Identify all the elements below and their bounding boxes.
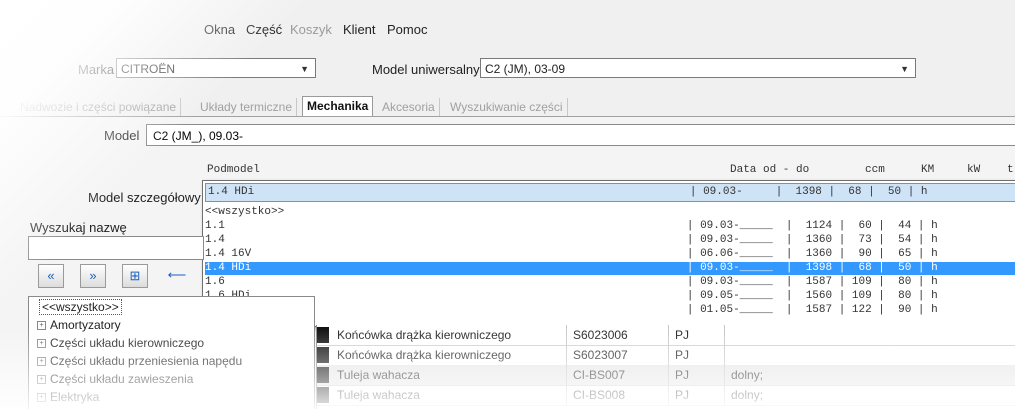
marka-label: Marka [78, 62, 115, 77]
back-button[interactable]: ⟵ [164, 264, 190, 288]
part-unit: PJ [669, 365, 725, 385]
table-row[interactable]: Tuleja wahacza CI-BS007 PJ dolny; [317, 365, 1015, 386]
table-row[interactable]: Końcówka drążka kierowniczego S6023006 P… [317, 325, 1015, 346]
model-uniwersalny-value: C2 (JM), 03-09 [485, 62, 566, 76]
expand-icon[interactable]: + [37, 393, 46, 403]
header-extra: t [1007, 164, 1014, 176]
submodel-option[interactable]: 1.6 | 09.03-_____ | 1587 | 109 | 80 | h [205, 276, 1015, 289]
expand-icon[interactable]: + [37, 357, 46, 367]
tree-item-label: Części układu przeniesienia napędu [50, 354, 243, 368]
table-row[interactable]: Końcówka drążka kierowniczego S6023007 P… [317, 345, 1015, 366]
expand-icon[interactable]: + [37, 339, 46, 349]
row-marker [317, 347, 329, 363]
double-left-icon: « [47, 268, 55, 283]
tree-item-naped[interactable]: + Części układu przeniesienia napędu [37, 353, 242, 369]
tab-nadwozie[interactable]: Nadwozie i części powiązane [16, 98, 182, 116]
model-label: Model [104, 128, 140, 143]
expand-icon[interactable]: + [37, 321, 46, 331]
row-marker [317, 387, 329, 403]
part-note: dolny; [731, 388, 764, 402]
part-code: S6023006 [567, 325, 669, 345]
submodel-option[interactable]: 1.6 VTS | 01.05-_____ | 1587 | 122 | 90 … [205, 304, 1015, 317]
submodel-option[interactable]: 1.6 HDi | 09.05-_____ | 1560 | 109 | 80 … [205, 290, 1015, 303]
part-name: Tuleja wahacza [331, 365, 567, 385]
part-unit: PJ [669, 345, 725, 365]
model-value: C2 (JM_), 09.03- [153, 129, 244, 143]
part-note [725, 325, 1015, 345]
part-note: dolny; [731, 368, 764, 382]
part-unit: PJ [669, 325, 725, 345]
row-marker [317, 367, 329, 383]
part-name: Końcówka drążka kierowniczego [331, 345, 567, 365]
menu-czesc[interactable]: Część [246, 22, 282, 37]
marka-select[interactable]: CITROËN ▼ [116, 58, 316, 78]
tree-item-label: Amortyzatory [50, 318, 121, 332]
submodel-option[interactable]: <<wszystko>> [205, 206, 1015, 219]
tab-mechanika[interactable]: Mechanika [302, 96, 374, 117]
menu-pomoc[interactable]: Pomoc [387, 22, 427, 37]
tree-item-label: <<wszystko>> [39, 299, 122, 315]
header-kw: kW [967, 164, 981, 176]
model-field[interactable]: C2 (JM_), 09.03- [146, 124, 1015, 146]
part-name: Końcówka drążka kierowniczego [331, 325, 567, 345]
tree-item-all[interactable]: <<wszystko>> [39, 299, 122, 315]
row-marker [317, 327, 329, 343]
category-tree: <<wszystko>> + Amortyzatory + Części układ… [28, 296, 315, 409]
part-code: CI-BS007 [567, 365, 669, 385]
submodel-selected-text: 1.4 HDi | 09.03- | 1398 | 68 | 50 | h [208, 186, 928, 198]
submodel-option[interactable]: 1.1 | 09.03-_____ | 1124 | 60 | 44 | h [205, 220, 1015, 233]
tree-item-elektryka[interactable]: + Elektryka [37, 389, 99, 405]
tree-item-label: Części układu kierowniczego [50, 336, 205, 350]
parts-grid: Końcówka drążka kierowniczego S6023006 P… [316, 325, 1015, 409]
menu-koszyk: Koszyk [290, 22, 332, 37]
model-szczegolowy-label: Model szczegółowy [88, 190, 201, 205]
tab-uklady-termiczne[interactable]: Układy termiczne [196, 98, 298, 116]
collapse-all-button[interactable]: « [38, 264, 64, 288]
table-row[interactable]: Tuleja wahacza CI-BS008 PJ dolny; [317, 385, 1015, 406]
tree-item-kierownicze[interactable]: + Części układu kierowniczego [37, 335, 204, 351]
submodel-dropdown[interactable]: 1.4 HDi | 09.03- | 1398 | 68 | 50 | h <<… [202, 180, 1015, 327]
export-button[interactable]: ⊞ [122, 264, 148, 288]
tab-wyszukiwanie[interactable]: Wyszukiwanie części [446, 98, 568, 116]
chevron-down-icon: ▼ [300, 64, 309, 74]
expand-all-button[interactable]: » [80, 264, 106, 288]
double-right-icon: » [89, 268, 97, 283]
header-ccm: ccm [865, 164, 885, 176]
part-code: S6023007 [567, 345, 669, 365]
menu-klient[interactable]: Klient [343, 22, 376, 37]
header-podmodel: Podmodel [207, 164, 260, 176]
part-code: CI-BS008 [567, 385, 669, 405]
search-label: Wyszukaj nazwę [30, 220, 127, 235]
tree-item-zawieszenie[interactable]: + Części układu zawieszenia [37, 371, 193, 387]
expand-icon[interactable]: + [37, 375, 46, 385]
filter-row: Marka CITROËN ▼ Model uniwersalny C2 (JM… [0, 58, 1015, 82]
submodel-selected[interactable]: 1.4 HDi | 09.03- | 1398 | 68 | 50 | h [205, 183, 1015, 202]
model-uniwersalny-select[interactable]: C2 (JM), 03-09 ▼ [480, 58, 916, 78]
submodel-option-highlighted[interactable]: 1.4 HDi | 09.03-_____ | 1398 | 68 | 50 |… [205, 262, 1015, 275]
part-note [725, 345, 1015, 365]
header-data: Data od - do [730, 164, 810, 176]
submodel-option[interactable]: 1.4 16V | 06.06-_____ | 1360 | 90 | 65 |… [205, 248, 1015, 261]
search-input[interactable] [28, 236, 204, 260]
header-km: KM [921, 164, 935, 176]
marka-value: CITROËN [121, 62, 175, 76]
tree-item-amortyzatory[interactable]: + Amortyzatory [37, 317, 121, 333]
tree-item-label: Części układu zawieszenia [50, 372, 194, 386]
part-unit: PJ [669, 385, 725, 405]
export-icon: ⊞ [129, 268, 141, 283]
chevron-down-icon: ▼ [900, 64, 909, 74]
arrow-left-icon: ⟵ [167, 267, 187, 282]
application-window: Okna Część Koszyk Klient Pomoc Marka CIT… [0, 0, 1015, 409]
part-name: Tuleja wahacza [331, 385, 567, 405]
tree-item-label: Elektryka [50, 390, 100, 404]
tab-bar: Nadwozie i części powiązane Układy termi… [0, 96, 600, 117]
model-uniwersalny-label: Model uniwersalny [372, 62, 480, 77]
menu-bar: Okna Część Koszyk Klient Pomoc [0, 18, 1015, 42]
menu-okna[interactable]: Okna [204, 22, 235, 37]
tab-akcesoria[interactable]: Akcesoria [378, 98, 440, 116]
submodel-option[interactable]: 1.4 | 09.03-_____ | 1360 | 73 | 54 | h [205, 234, 1015, 247]
